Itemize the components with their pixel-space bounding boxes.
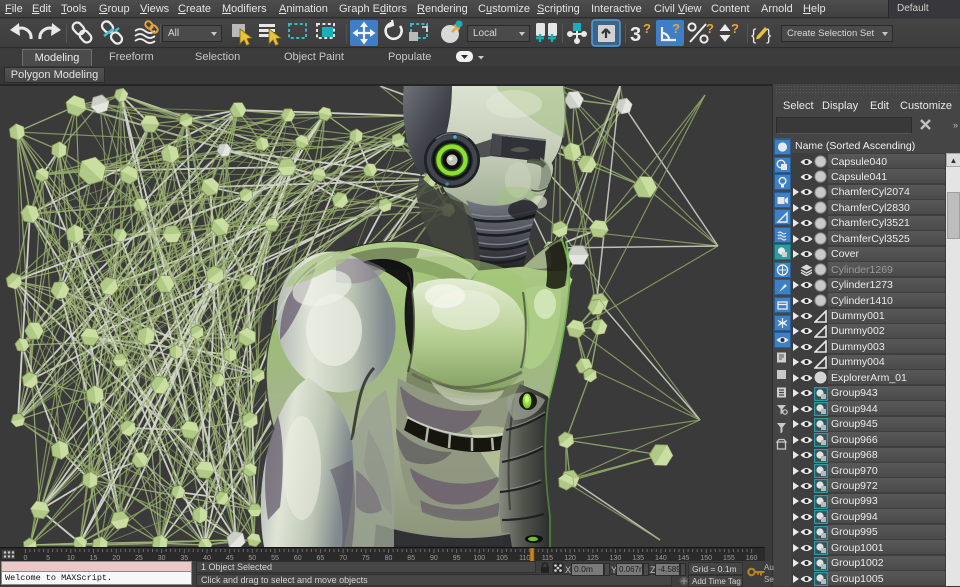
svg-text:?: ?: [706, 21, 714, 36]
svg-text:?: ?: [731, 21, 739, 36]
svg-text:?: ?: [672, 21, 680, 36]
svg-text:3: 3: [630, 24, 641, 46]
svg-text:{: {: [751, 27, 757, 44]
svg-text:?: ?: [643, 21, 651, 36]
